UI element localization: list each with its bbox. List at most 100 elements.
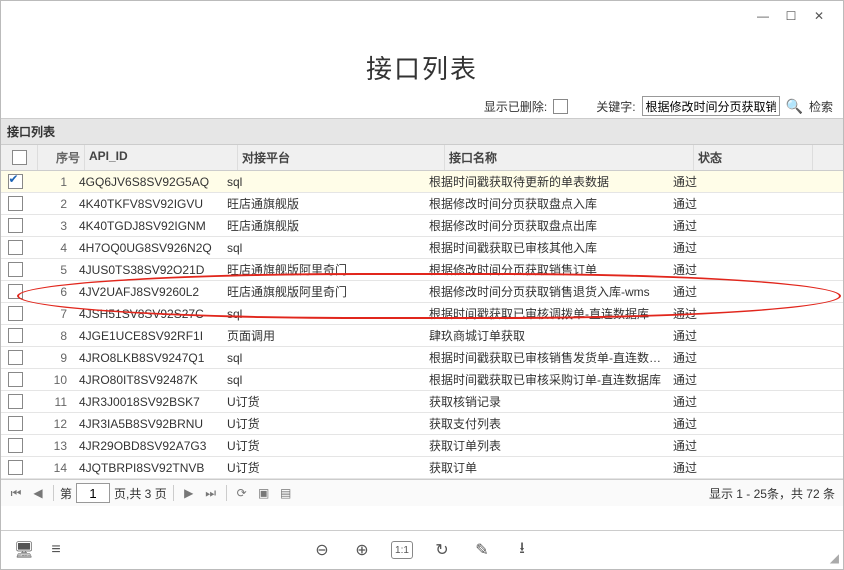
table-row[interactable]: 54JUS0TS38SV92O21D旺店通旗舰版阿里奇门根据修改时间分页获取销售… [1,259,843,281]
cell-seq: 12 [29,417,75,431]
resize-handle[interactable]: ◢ [830,551,839,565]
table-row[interactable]: 114JR3J0018SV92BSK7U订货获取核销记录通过 [1,391,843,413]
table-row[interactable]: 84JGE1UCE8SV92RF1I页面调用肆玖商城订单获取通过 [1,325,843,347]
table-row[interactable]: 74JSH51SV8SV92S27Csql根据时间戳获取已审核调拨单-直连数据库… [1,303,843,325]
cell-status: 通过 [669,327,783,344]
cell-seq: 8 [29,329,75,343]
row-checkbox[interactable] [8,416,23,431]
row-checkbox[interactable] [8,438,23,453]
row-checkbox[interactable] [8,262,23,277]
search-icon[interactable]: 🔍 [786,98,803,115]
cell-platform: sql [223,351,425,365]
row-checkbox[interactable] [8,372,23,387]
cell-api: 4JSH51SV8SV92S27C [75,307,223,321]
cell-api: 4JRO80IT8SV92487K [75,373,223,387]
show-deleted-checkbox[interactable] [553,99,568,114]
col-platform[interactable]: 对接平台 [238,145,445,170]
maximize-button[interactable]: ☐ [777,6,805,26]
tool2-icon[interactable]: ▤ [277,484,295,502]
select-all-checkbox[interactable] [12,150,27,165]
cell-api: 4JQTBRPI8SV92TNVB [75,461,223,475]
cell-interface-name: 获取订单 [425,459,669,476]
table-row[interactable]: 64JV2UAFJ8SV9260L2旺店通旗舰版阿里奇门根据修改时间分页获取销售… [1,281,843,303]
cell-status: 通过 [669,239,783,256]
cell-api: 4JR29OBD8SV92A7G3 [75,439,223,453]
table-row[interactable]: 144JQTBRPI8SV92TNVBU订货获取订单通过 [1,457,843,479]
cell-platform: 页面调用 [223,327,425,344]
cell-interface-name: 根据修改时间分页获取销售订单 [425,261,669,278]
ratio-button[interactable]: 1:1 [391,541,413,559]
row-checkbox[interactable] [8,218,23,233]
cell-seq: 11 [29,395,75,409]
cell-status: 通过 [669,283,783,300]
col-interface-name[interactable]: 接口名称 [445,145,694,170]
cell-platform: U订货 [223,459,425,476]
col-seq[interactable]: 序号 [38,145,85,170]
cell-status: 通过 [669,349,783,366]
next-page-icon[interactable]: ▶ [180,484,198,502]
titlebar: — ☐ ✕ [1,1,843,31]
page-suffix: 页,共 3 页 [114,485,167,502]
zoom-in-icon[interactable]: ⊕ [351,539,373,561]
refresh-icon[interactable]: ⟳ [233,484,251,502]
row-checkbox[interactable] [8,328,23,343]
cell-seq: 14 [29,461,75,475]
tool1-icon[interactable]: ▣ [255,484,273,502]
cell-status: 通过 [669,173,783,190]
pager: ⏮ ◀ 第 页,共 3 页 ▶ ⏭ ⟳ ▣ ▤ 显示 1 - 25条，共 72 … [1,479,843,506]
page-input[interactable] [76,483,110,503]
cell-platform: 旺店通旗舰版 [223,217,425,234]
cell-api: 4JRO8LKB8SV9247Q1 [75,351,223,365]
rotate-icon[interactable]: ↻ [431,539,453,561]
app-window: — ☐ ✕ 接口列表 显示已删除: 关键字: 🔍 检索 接口列表 序号 API_… [0,0,844,570]
device-icon[interactable]: 🖥 [13,539,35,561]
menu-icon[interactable]: ≡ [45,539,67,561]
zoom-out-icon[interactable]: ⊖ [311,539,333,561]
cell-platform: U订货 [223,415,425,432]
cell-interface-name: 根据时间戳获取待更新的单表数据 [425,173,669,190]
first-page-icon[interactable]: ⏮ [7,484,25,502]
cell-status: 通过 [669,393,783,410]
table-row[interactable]: 14GQ6JV6S8SV92G5AQsql根据时间戳获取待更新的单表数据通过 [1,171,843,193]
col-api[interactable]: API_ID [85,145,238,170]
page-title: 接口列表 [1,49,843,86]
cell-status: 通过 [669,459,783,476]
cell-seq: 2 [29,197,75,211]
row-checkbox[interactable] [8,174,23,189]
table-row[interactable]: 34K40TGDJ8SV92IGNM旺店通旗舰版根据修改时间分页获取盘点出库通过 [1,215,843,237]
row-checkbox[interactable] [8,284,23,299]
cell-status: 通过 [669,305,783,322]
bottom-toolbar: 🖥 ≡ ⊖ ⊕ 1:1 ↻ ✎ ⭳ [1,530,843,569]
cell-platform: U订货 [223,437,425,454]
search-button[interactable]: 检索 [809,98,833,115]
close-button[interactable]: ✕ [805,6,833,26]
pager-summary: 显示 1 - 25条，共 72 条 [709,485,835,502]
row-checkbox[interactable] [8,196,23,211]
edit-icon[interactable]: ✎ [471,539,493,561]
row-checkbox[interactable] [8,240,23,255]
cell-interface-name: 根据时间戳获取已审核其他入库 [425,239,669,256]
last-page-icon[interactable]: ⏭ [202,484,220,502]
cell-seq: 9 [29,351,75,365]
table-row[interactable]: 104JRO80IT8SV92487Ksql根据时间戳获取已审核采购订单-直连数… [1,369,843,391]
page-prefix: 第 [60,485,72,502]
table-row[interactable]: 124JR3IA5B8SV92BRNUU订货获取支付列表通过 [1,413,843,435]
table-row[interactable]: 94JRO8LKB8SV9247Q1sql根据时间戳获取已审核销售发货单-直连数… [1,347,843,369]
table-row[interactable]: 134JR29OBD8SV92A7G3U订货获取订单列表通过 [1,435,843,457]
cell-seq: 1 [29,175,75,189]
row-checkbox[interactable] [8,306,23,321]
prev-page-icon[interactable]: ◀ [29,484,47,502]
cell-api: 4JR3J0018SV92BSK7 [75,395,223,409]
grid-header: 序号 API_ID 对接平台 接口名称 状态 [1,145,843,171]
row-checkbox[interactable] [8,394,23,409]
col-status[interactable]: 状态 [694,145,813,170]
download-icon[interactable]: ⭳ [511,539,533,561]
row-checkbox[interactable] [8,350,23,365]
minimize-button[interactable]: — [749,6,777,26]
cell-platform: 旺店通旗舰版阿里奇门 [223,261,425,278]
keyword-input[interactable] [642,96,780,116]
row-checkbox[interactable] [8,460,23,475]
table-row[interactable]: 24K40TKFV8SV92IGVU旺店通旗舰版根据修改时间分页获取盘点入库通过 [1,193,843,215]
table-row[interactable]: 44H7OQ0UG8SV926N2Qsql根据时间戳获取已审核其他入库通过 [1,237,843,259]
keyword-label: 关键字: [596,98,635,115]
